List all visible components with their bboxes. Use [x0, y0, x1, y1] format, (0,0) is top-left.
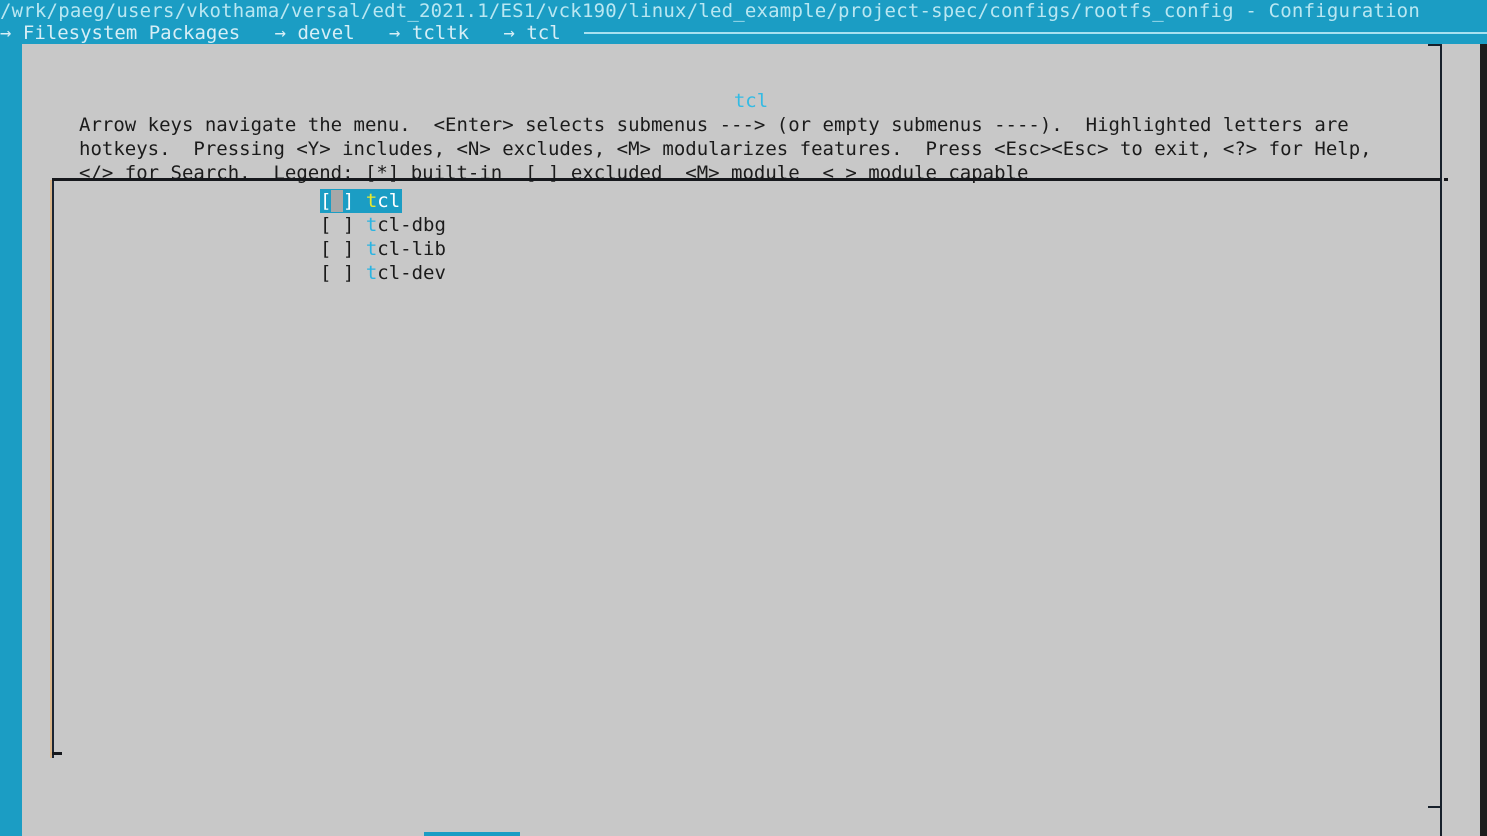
menu-item-tcl-lib-space [354, 238, 365, 260]
menu-item-tcl-hotkey: t [365, 190, 378, 212]
breadcrumb-item-devel[interactable]: devel [297, 22, 354, 44]
menu-item-tcl-state [331, 190, 343, 212]
menu-item-tcl-dev-hotkey: t [365, 262, 378, 284]
menu-item-tcl-lib[interactable]: [ ] tcl-lib [320, 237, 446, 261]
menu-item-tcl-lib-bracket-close: ] [342, 238, 355, 260]
dialog-corner-top-right [1428, 44, 1442, 46]
menu-item-tcl-dbg[interactable]: [ ] tcl-dbg [320, 213, 446, 237]
menu-item-tcl-dbg-bracket-open: [ [320, 214, 332, 236]
breadcrumb-rule [584, 32, 1487, 34]
breadcrumb-item-tcl[interactable]: tcl [526, 22, 560, 44]
config-dialog: tcl Arrow keys navigate the menu. <Enter… [22, 44, 1480, 836]
breadcrumb-arrow-1: → [274, 22, 287, 44]
menu-item-tcl-dev-label: cl-dev [377, 262, 446, 284]
breadcrumb-item-filesystem-packages[interactable]: Filesystem Packages [23, 22, 240, 44]
menu-item-tcl-lib-hotkey: t [365, 238, 378, 260]
load-button[interactable]: < Load > [982, 832, 1078, 836]
help-button[interactable]: < Help > [703, 832, 799, 836]
menu-item-tcl-dev[interactable]: [ ] tcl-dev [320, 261, 446, 285]
help-text: Arrow keys navigate the menu. <Enter> se… [79, 114, 1372, 184]
menu-item-tcl-dbg-hotkey: t [365, 214, 378, 236]
menu-item-tcl-bracket-open: [ [320, 190, 332, 212]
breadcrumb-arrow-0: → [0, 22, 12, 44]
menu-item-tcl-dev-bracket-close: ] [342, 262, 355, 284]
breadcrumb-arrow-3: → [503, 22, 515, 44]
list-panel-border-left [52, 180, 54, 758]
terminal-screen: /wrk/paeg/users/vkothama/versal/edt_2021… [0, 0, 1487, 836]
button-bar: <Select> < Exit > < Help > < Save > < Load > [22, 832, 1480, 836]
menu-item-tcl-dbg-space [354, 214, 365, 236]
save-button[interactable]: < Save > [843, 832, 939, 836]
list-panel-corner-bottom-left [52, 752, 62, 755]
menu-item-tcl-dbg-label: cl-dbg [377, 214, 446, 236]
menu-item-tcl-label: cl [377, 190, 401, 212]
dialog-border-right-highlight [1442, 44, 1444, 836]
menu-item-tcl-dbg-state [331, 214, 342, 236]
select-button[interactable]: <Select> [424, 832, 520, 836]
dialog-title: tcl [733, 90, 769, 112]
screen-outside-right [1480, 44, 1487, 836]
menu-item-tcl-lib-label: cl-lib [377, 238, 446, 260]
menu-item-tcl-lib-state [331, 238, 342, 260]
menu-item-tcl-lib-bracket-open: [ [320, 238, 332, 260]
menu-item-tcl-bracket-close: ] [342, 190, 355, 212]
breadcrumb-item-tcltk[interactable]: tcltk [412, 22, 469, 44]
exit-button[interactable]: < Exit > [564, 832, 660, 836]
menu-item-tcl-dev-state [331, 262, 342, 284]
dialog-corner-bottom-right [1428, 806, 1442, 808]
menu-item-tcl-dev-space [354, 262, 365, 284]
menu-item-tcl[interactable]: [ ] tcl [320, 189, 403, 213]
menu-item-tcl-dbg-bracket-close: ] [342, 214, 355, 236]
list-panel-border-top [52, 178, 1448, 181]
window-title: /wrk/paeg/users/vkothama/versal/edt_2021… [0, 0, 1420, 22]
menu-item-tcl-space [354, 190, 365, 212]
menu-list[interactable]: [ ] tcl [ ] tcl-dbg [ ] tcl-lib [ ] tcl-… [320, 189, 446, 285]
menu-item-tcl-dev-bracket-open: [ [320, 262, 332, 284]
breadcrumb-arrow-2: → [389, 22, 401, 44]
